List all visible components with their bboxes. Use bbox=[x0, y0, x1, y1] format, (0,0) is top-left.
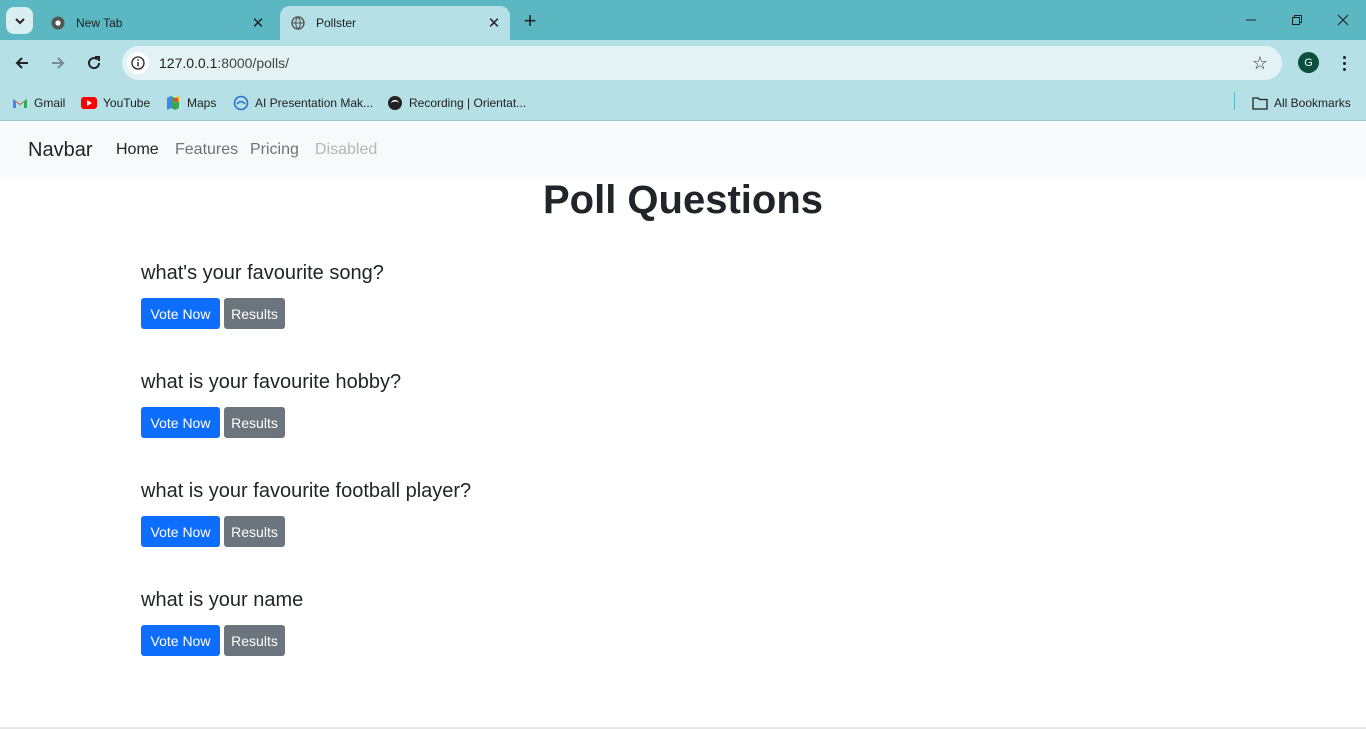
ai-globe-icon bbox=[233, 95, 249, 111]
bookmark-label: Recording | Orientat... bbox=[409, 96, 527, 110]
page-title: Poll Questions bbox=[542, 178, 824, 222]
bookmark-star-icon[interactable]: ☆ bbox=[1250, 53, 1270, 73]
forward-button[interactable] bbox=[43, 48, 73, 78]
new-tab-button[interactable]: + bbox=[518, 8, 542, 33]
tab-search-button[interactable] bbox=[6, 7, 33, 34]
bookmark-ai-presentation[interactable]: AI Presentation Mak... bbox=[233, 92, 373, 114]
site-navbar: Navbar Home Features Pricing Disabled bbox=[0, 121, 1366, 177]
globe-icon bbox=[290, 15, 306, 31]
reload-icon bbox=[88, 56, 101, 70]
poll-item: what's your favourite song? Vote Now Res… bbox=[141, 259, 741, 329]
nav-link-home[interactable]: Home bbox=[116, 141, 159, 159]
back-button[interactable] bbox=[7, 48, 37, 78]
tab-pollster[interactable]: Pollster ✕ bbox=[280, 6, 510, 40]
results-button[interactable]: Results bbox=[224, 516, 285, 547]
navbar-brand[interactable]: Navbar bbox=[28, 139, 92, 162]
maps-icon bbox=[165, 95, 181, 111]
close-tab-icon[interactable]: ✕ bbox=[248, 13, 268, 33]
close-icon bbox=[1337, 14, 1349, 26]
url-path: :8000/polls/ bbox=[217, 55, 289, 71]
results-button[interactable]: Results bbox=[224, 298, 285, 329]
vote-now-button[interactable]: Vote Now bbox=[141, 625, 220, 656]
url-host: 127.0.0.1 bbox=[159, 55, 218, 71]
bookmark-label: All Bookmarks bbox=[1274, 96, 1351, 110]
url-text[interactable]: 127.0.0.1:8000/polls/ bbox=[159, 55, 289, 71]
poll-question: what is your favourite football player? bbox=[141, 480, 472, 502]
bookmark-maps[interactable]: Maps bbox=[165, 92, 216, 114]
results-button[interactable]: Results bbox=[224, 625, 285, 656]
close-tab-icon[interactable]: ✕ bbox=[484, 13, 504, 33]
gmail-icon bbox=[12, 95, 28, 111]
poll-item: what is your name Vote Now Results bbox=[141, 586, 741, 656]
bookmarks-bar: Gmail YouTube Maps AI Presentation Mak..… bbox=[0, 86, 1366, 121]
bookmarks-separator bbox=[1234, 92, 1235, 110]
bookmark-label: AI Presentation Mak... bbox=[255, 96, 374, 110]
nav-link-disabled: Disabled bbox=[315, 141, 378, 158]
bookmark-gmail[interactable]: Gmail bbox=[12, 92, 65, 114]
tab-title: New Tab bbox=[76, 16, 123, 30]
vote-now-button[interactable]: Vote Now bbox=[141, 298, 220, 329]
profile-avatar[interactable]: G bbox=[1298, 52, 1319, 73]
all-bookmarks-button[interactable]: All Bookmarks bbox=[1252, 92, 1351, 114]
tab-strip: New Tab ✕ Pollster ✕ + bbox=[0, 0, 1366, 40]
results-button[interactable]: Results bbox=[224, 407, 285, 438]
site-info-icon[interactable] bbox=[127, 52, 149, 74]
bookmark-label: Gmail bbox=[34, 96, 66, 110]
tab-new-tab[interactable]: New Tab ✕ bbox=[40, 6, 274, 40]
recording-icon bbox=[387, 95, 403, 111]
close-window-button[interactable] bbox=[1320, 0, 1366, 40]
poll-item: what is your favourite football player? … bbox=[141, 477, 741, 547]
reload-button[interactable] bbox=[79, 48, 109, 78]
bookmark-youtube[interactable]: YouTube bbox=[81, 92, 150, 114]
minimize-button[interactable] bbox=[1228, 0, 1274, 40]
folder-icon bbox=[1252, 95, 1268, 111]
browser-toolbar: 127.0.0.1:8000/polls/ ☆ G bbox=[0, 40, 1366, 86]
nav-link-features[interactable]: Features bbox=[175, 141, 238, 159]
vote-now-button[interactable]: Vote Now bbox=[141, 516, 220, 547]
minimize-icon bbox=[1246, 19, 1256, 21]
browser-menu-icon[interactable] bbox=[1334, 50, 1354, 76]
poll-question: what is your name bbox=[141, 589, 304, 611]
restore-icon bbox=[1292, 15, 1302, 25]
bookmark-label: YouTube bbox=[103, 96, 151, 110]
back-arrow-icon bbox=[15, 57, 28, 69]
chevron-down-icon bbox=[14, 17, 25, 24]
restore-button[interactable] bbox=[1274, 0, 1320, 40]
forward-arrow-icon bbox=[52, 57, 65, 69]
tab-title: Pollster bbox=[316, 16, 357, 30]
poll-item: what is your favourite hobby? Vote Now R… bbox=[141, 368, 741, 438]
bookmark-recording[interactable]: Recording | Orientat... bbox=[387, 92, 526, 114]
youtube-icon bbox=[81, 95, 97, 111]
nav-link-pricing[interactable]: Pricing bbox=[250, 141, 299, 159]
vote-now-button[interactable]: Vote Now bbox=[141, 407, 220, 438]
chrome-icon bbox=[50, 15, 66, 31]
poll-question: what is your favourite hobby? bbox=[141, 371, 402, 393]
bookmark-label: Maps bbox=[187, 96, 217, 110]
address-bar[interactable]: 127.0.0.1:8000/polls/ ☆ bbox=[122, 46, 1282, 80]
poll-question: what's your favourite song? bbox=[141, 262, 384, 284]
